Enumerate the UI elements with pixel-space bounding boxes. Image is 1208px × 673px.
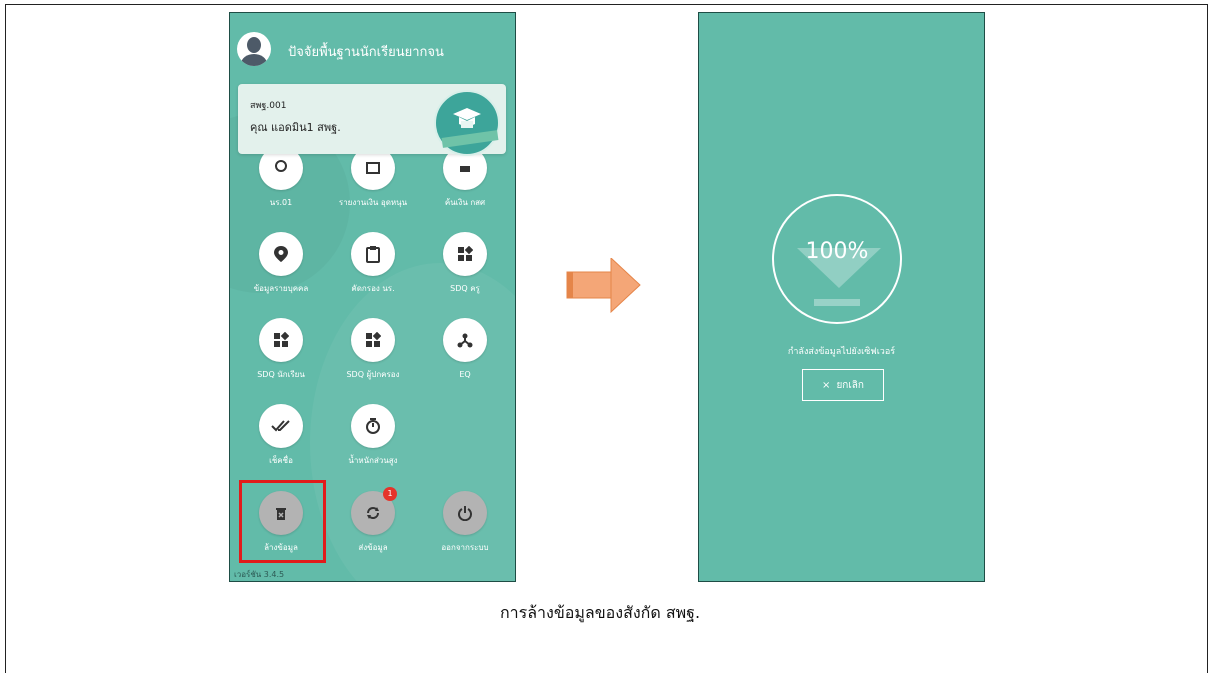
document-frame bbox=[5, 4, 1208, 673]
clipboard-icon bbox=[351, 232, 395, 276]
sync-icon: 1 bbox=[351, 487, 397, 535]
menu-item-eq[interactable]: EQ bbox=[422, 318, 508, 380]
sending-status-text: กำลังส่งข้อมูลไปยังเซิฟเวอร์ bbox=[787, 347, 896, 357]
menu-item-attendance[interactable]: เช็คชื่อ bbox=[238, 404, 324, 466]
user-card: สพฐ.001 คุณ แอดมิน1 สพฐ. bbox=[238, 84, 506, 156]
location-pin-icon bbox=[259, 232, 303, 276]
power-icon bbox=[443, 491, 487, 535]
menu-item-subsidy-report[interactable]: รายงานเงิน อุดหนุน bbox=[330, 146, 416, 208]
user-code: สพฐ.001 bbox=[250, 101, 287, 111]
dashboard-icon bbox=[259, 318, 303, 362]
timer-icon bbox=[351, 404, 395, 448]
menu-item-label: เช็คชื่อ bbox=[269, 456, 293, 465]
dashboard-icon bbox=[351, 318, 395, 362]
menu-item-sdq-teacher[interactable]: SDQ ครู bbox=[422, 232, 508, 294]
user-name: คุณ แอดมิน1 สพฐ. bbox=[250, 121, 341, 134]
menu-item-send-data[interactable]: 1 ส่งข้อมูล bbox=[330, 487, 416, 553]
menu-item-label: ส่งข้อมูล bbox=[358, 543, 388, 552]
cancel-button[interactable]: × ยกเลิก bbox=[802, 369, 884, 401]
menu-item-logout[interactable]: ออกจากระบบ bbox=[422, 491, 508, 553]
menu-item-screening[interactable]: คัดกรอง นร. bbox=[330, 232, 416, 294]
cancel-button-label: ยกเลิก bbox=[836, 379, 864, 391]
app-title: ปัจจัยพื้นฐานนักเรียนยากจน bbox=[288, 45, 444, 60]
menu-item-weight-height[interactable]: น้ำหนักส่วนสูง bbox=[330, 404, 416, 466]
menu-item-individual-data[interactable]: ข้อมูลรายบุคคล bbox=[238, 232, 324, 294]
clear-data-highlight-box bbox=[239, 480, 326, 563]
dashboard-icon bbox=[443, 232, 487, 276]
menu-item-nr01[interactable]: นร.01 bbox=[238, 146, 324, 208]
menu-item-label: ออกจากระบบ bbox=[441, 543, 489, 552]
double-check-icon bbox=[259, 404, 303, 448]
menu-item-label: SDQ ครู bbox=[450, 284, 480, 293]
hub-icon bbox=[443, 318, 487, 362]
menu-item-label: นร.01 bbox=[269, 198, 293, 207]
menu-item-sdq-student[interactable]: SDQ นักเรียน bbox=[238, 318, 324, 380]
progress-bar bbox=[814, 299, 860, 306]
school-logo-icon bbox=[434, 90, 500, 156]
menu-item-label: คัดกรอง นร. bbox=[351, 284, 395, 293]
progress-percent: 100% bbox=[805, 239, 869, 264]
notification-badge: 1 bbox=[383, 487, 397, 501]
menu-item-label: ข้อมูลรายบุคคล bbox=[253, 284, 309, 293]
close-icon: × bbox=[822, 379, 831, 391]
menu-item-label: รายงานเงิน อุดหนุน bbox=[338, 198, 408, 207]
menu-item-label: SDQ นักเรียน bbox=[257, 370, 305, 379]
app-version: เวอร์ชัน 3.4.5 bbox=[234, 570, 285, 579]
sending-data-screen: 100% กำลังส่งข้อมูลไปยังเซิฟเวอร์ × ยกเล… bbox=[698, 12, 985, 582]
menu-item-label: SDQ ผู้ปกครอง bbox=[346, 370, 400, 379]
menu-item-label: EQ bbox=[459, 370, 471, 379]
menu-item-sdq-parent[interactable]: SDQ ผู้ปกครอง bbox=[330, 318, 416, 380]
app-main-menu-screen: ปัจจัยพื้นฐานนักเรียนยากจน สพฐ.001 คุณ แ… bbox=[229, 12, 516, 582]
figure-caption: การล้างข้อมูลของสังกัด สพฐ. bbox=[499, 603, 701, 622]
right-arrow-icon bbox=[565, 256, 641, 318]
avatar[interactable] bbox=[237, 32, 271, 66]
menu-item-label: ค้นเงิน กสศ bbox=[444, 198, 486, 207]
menu-item-label: น้ำหนักส่วนสูง bbox=[348, 456, 398, 465]
